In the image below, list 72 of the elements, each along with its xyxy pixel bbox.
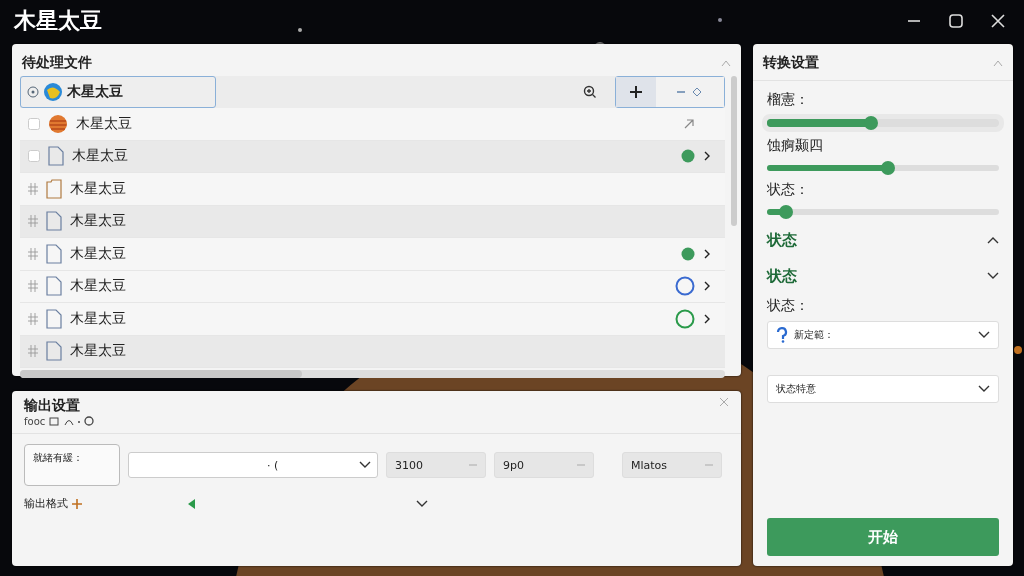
chevron-icon: [987, 236, 999, 244]
chevron-icon: [416, 499, 428, 508]
file-name: 木星太豆: [72, 147, 128, 166]
file-icon: [46, 243, 62, 264]
help-icon: [776, 327, 788, 343]
drag-handle-icon[interactable]: [28, 247, 38, 260]
file-name: 木星太豆: [70, 277, 126, 296]
collapse-icon[interactable]: [721, 59, 731, 67]
scrollbar[interactable]: [20, 370, 725, 378]
panel-title: 待处理文件: [22, 54, 92, 72]
drag-handle-icon[interactable]: [28, 215, 38, 228]
plus-icon: [72, 498, 82, 509]
drag-handle-icon[interactable]: [28, 182, 38, 195]
chevron-icon: [359, 461, 371, 469]
file-row[interactable]: 木星太豆: [20, 140, 725, 173]
chevron-icon[interactable]: [703, 281, 711, 292]
chevron-icon[interactable]: [703, 313, 711, 324]
zoom-icon[interactable]: [583, 85, 597, 99]
section-header[interactable]: 状态: [767, 261, 999, 291]
plus-icon: [629, 85, 643, 99]
subtitle: fooc: [24, 415, 46, 427]
file-icon: [46, 341, 62, 362]
collapse-icon[interactable]: [993, 59, 1003, 67]
chevron-icon: [987, 272, 999, 280]
file-name: 木星太豆: [70, 342, 126, 361]
file-icon: [46, 276, 62, 297]
panel-title: 转换设置: [763, 54, 819, 72]
slider-label: 榴憲：: [767, 91, 810, 109]
number-field[interactable]: Mlatos: [622, 452, 722, 478]
dropdown[interactable]: · (: [128, 452, 378, 478]
window-title: 木星太豆: [14, 7, 102, 35]
slider-label: 蚀痾颞四: [767, 137, 824, 155]
dropdown[interactable]: 状态特意: [767, 375, 999, 403]
document-icon: [46, 178, 62, 199]
section-header[interactable]: 状态: [767, 225, 999, 255]
planet-icon: [48, 113, 68, 134]
slider-label: 状态：: [767, 181, 810, 199]
target-icon: [27, 86, 39, 98]
dropdown[interactable]: 新定範：: [767, 321, 999, 349]
chevron-icon: [978, 331, 990, 339]
file-icon: [46, 211, 62, 232]
file-icon: [48, 146, 64, 167]
file-name: 木星太豆: [70, 179, 126, 198]
field-label: 状态：: [767, 297, 810, 315]
start-button[interactable]: 开始: [767, 518, 999, 556]
checkbox[interactable]: [28, 150, 40, 163]
field-label: 输出格式: [24, 496, 68, 511]
file-name: 木星太豆: [70, 212, 126, 231]
triangle-icon: [188, 498, 196, 509]
chevron-icon[interactable]: [703, 151, 711, 162]
maximize-icon[interactable]: [948, 13, 964, 29]
number-field[interactable]: 3100: [386, 452, 486, 478]
chevron-icon[interactable]: [703, 248, 711, 259]
drag-handle-icon[interactable]: [28, 312, 38, 325]
chevron-icon: [978, 385, 990, 393]
globe-icon: [43, 82, 63, 102]
file-icon: [46, 308, 62, 329]
number-field[interactable]: 9p0: [494, 452, 594, 478]
file-name: 木星太豆: [70, 309, 126, 328]
file-name: 木星太豆: [76, 114, 132, 133]
field-label: 就緒有緩：: [33, 452, 83, 463]
panel-title: 输出设置: [24, 397, 81, 415]
scrollbar[interactable]: [731, 76, 737, 226]
arrow-icon[interactable]: [683, 117, 695, 130]
checkbox[interactable]: [28, 117, 40, 130]
search-field[interactable]: 木星太豆: [20, 76, 216, 108]
drag-handle-icon[interactable]: [28, 280, 38, 293]
file-row[interactable]: 木星太豆: [20, 335, 725, 368]
file-name: 木星太豆: [70, 244, 126, 263]
file-row[interactable]: 木星太豆: [20, 205, 725, 238]
add-button[interactable]: [616, 77, 656, 107]
drag-handle-icon[interactable]: [28, 345, 38, 358]
